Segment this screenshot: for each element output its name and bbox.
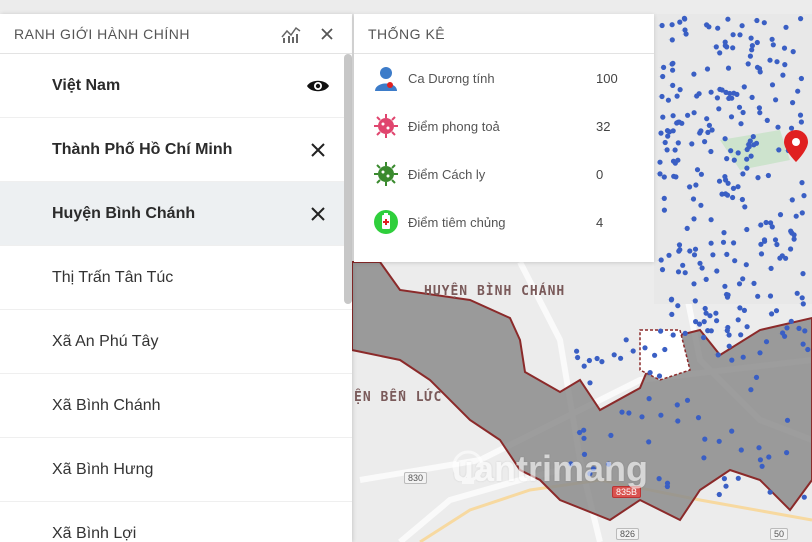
case-marker-icon[interactable]: [734, 475, 741, 481]
region-list: Việt Nam Thành Phố Hồ Chí Minh Huyện Bìn…: [0, 54, 352, 542]
stats-header: THỐNG KÊ: [354, 14, 654, 54]
region-label: Huyện Bình Chánh: [52, 204, 196, 222]
stats-value: 32: [596, 118, 611, 134]
stats-label: Điểm phong toả: [408, 118, 500, 134]
stats-value: 100: [596, 70, 618, 86]
case-marker-icon[interactable]: [735, 305, 743, 311]
stats-label: Điểm Cách ly: [408, 166, 486, 182]
virus-icon: [372, 112, 400, 140]
stats-value: 4: [596, 214, 604, 230]
stats-title: THỐNG KÊ: [368, 25, 446, 42]
watermark: uantrimang: [448, 448, 648, 490]
close-icon[interactable]: [316, 23, 338, 45]
stats-label: Ca Dương tính: [408, 70, 495, 86]
region-label: Xã Bình Lợi: [52, 524, 137, 542]
case-marker-icon[interactable]: [715, 491, 722, 498]
stats-value: 0: [596, 166, 604, 182]
case-marker-icon[interactable]: [586, 380, 593, 386]
case-marker-icon[interactable]: [702, 310, 709, 316]
stats-panel: THỐNG KÊ Ca Dương tính 100 Điểm phong to…: [354, 14, 654, 262]
region-item[interactable]: Xã Bình Lợi: [0, 502, 352, 542]
ben-luc-label: ỆN BẾN LỨC: [354, 390, 443, 405]
case-marker-icon[interactable]: [610, 352, 617, 358]
case-marker-icon[interactable]: [703, 328, 711, 334]
case-marker-icon[interactable]: [743, 324, 750, 330]
case-marker-icon[interactable]: [667, 311, 675, 317]
case-marker-icon[interactable]: [767, 311, 775, 317]
close-icon[interactable]: [306, 138, 330, 162]
district-label: HUYỆN BÌNH CHÁNH: [424, 284, 566, 299]
case-marker-icon[interactable]: [585, 357, 593, 364]
region-label: Xã Bình Hưng: [52, 460, 154, 478]
admin-boundary-panel: RANH GIỚI HÀNH CHÍNH Việt Nam Thành Phố …: [0, 14, 352, 542]
region-item-viet-nam[interactable]: Việt Nam: [0, 54, 352, 118]
stats-row-vaccination[interactable]: Điểm tiêm chủng 4: [354, 198, 654, 246]
region-item[interactable]: Xã Bình Hưng: [0, 438, 352, 502]
case-marker-icon[interactable]: [573, 354, 581, 361]
case-marker-icon[interactable]: [723, 327, 730, 334]
case-marker-icon[interactable]: [572, 348, 580, 354]
case-marker-icon[interactable]: [711, 310, 719, 316]
close-icon[interactable]: [306, 202, 330, 226]
region-item-binh-chanh[interactable]: Huyện Bình Chánh: [0, 182, 352, 246]
region-item[interactable]: Xã Bình Chánh: [0, 374, 352, 438]
case-marker-icon[interactable]: [736, 332, 744, 338]
road-number: 826: [616, 528, 640, 540]
stats-row-lockdown[interactable]: Điểm phong toả 32: [354, 102, 654, 150]
case-marker-icon[interactable]: [725, 332, 732, 338]
stats-label: Điểm tiêm chủng: [408, 214, 506, 230]
case-marker-icon[interactable]: [580, 363, 587, 369]
region-item[interactable]: Xã An Phú Tây: [0, 310, 352, 374]
stats-row-quarantine[interactable]: Điểm Cách ly 0: [354, 150, 654, 198]
case-marker-icon[interactable]: [616, 355, 624, 361]
case-marker-icon[interactable]: [629, 348, 636, 354]
chart-icon[interactable]: [280, 23, 302, 45]
panel-title: RANH GIỚI HÀNH CHÍNH: [14, 25, 191, 42]
region-label: Thị Trấn Tân Túc: [52, 268, 174, 286]
virus-icon: [372, 160, 400, 188]
region-item[interactable]: Thị Trấn Tân Túc: [0, 246, 352, 310]
vaccine-icon: [372, 208, 400, 236]
region-label: Xã Bình Chánh: [52, 396, 161, 414]
case-marker-icon[interactable]: [622, 337, 629, 343]
case-marker-icon[interactable]: [766, 489, 773, 495]
patient-icon: [372, 64, 400, 92]
region-label: Xã An Phú Tây: [52, 332, 159, 350]
stats-row-positive[interactable]: Ca Dương tính 100: [354, 54, 654, 102]
case-marker-icon[interactable]: [734, 317, 741, 323]
scrollbar[interactable]: [344, 54, 352, 304]
lightbulb-icon: [452, 450, 484, 484]
case-marker-icon[interactable]: [722, 483, 729, 489]
region-label: Việt Nam: [52, 76, 121, 94]
panel-header: RANH GIỚI HÀNH CHÍNH: [0, 14, 352, 54]
case-marker-icon[interactable]: [701, 305, 708, 312]
region-item-hcm[interactable]: Thành Phố Hồ Chí Minh: [0, 118, 352, 182]
eye-icon[interactable]: [306, 74, 330, 98]
road-number: 830: [404, 472, 428, 484]
case-marker-icon[interactable]: [712, 318, 720, 324]
region-label: Thành Phố Hồ Chí Minh: [52, 140, 233, 158]
case-marker-icon[interactable]: [725, 343, 732, 349]
case-marker-icon[interactable]: [593, 355, 600, 362]
road-number: 50: [770, 528, 789, 540]
